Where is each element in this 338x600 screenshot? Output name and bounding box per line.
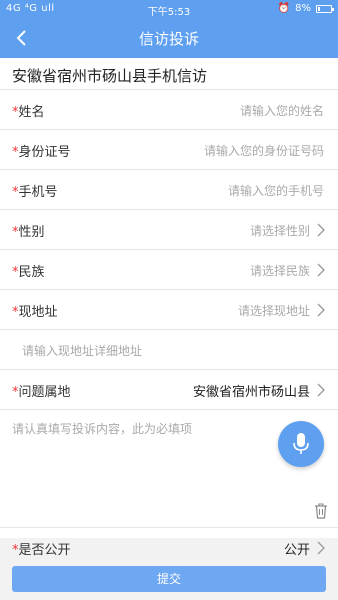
trash-icon[interactable]	[314, 503, 328, 519]
name-input[interactable]: 请输入您的姓名	[240, 102, 324, 119]
phone-label: *手机号	[12, 185, 58, 200]
address-select-row[interactable]: *现地址 请选择现地址	[0, 289, 338, 329]
phone-input[interactable]: 请输入您的手机号	[228, 182, 324, 199]
id-number-input[interactable]: 请输入您的身份证号码	[204, 142, 324, 159]
ethnicity-label: *民族	[12, 265, 45, 280]
address-select[interactable]: 请选择现地址	[238, 302, 310, 319]
battery-percent: 8%	[295, 3, 311, 14]
id-number-label: *身份证号	[12, 145, 71, 160]
id-number-field-row[interactable]: *身份证号 请输入您的身份证号码	[0, 129, 338, 169]
ethnicity-select-row[interactable]: *民族 请选择民族	[0, 249, 338, 289]
voice-input-button[interactable]	[278, 421, 324, 467]
alarm-icon: ⏰	[277, 3, 291, 14]
form-heading: 安徽省宿州市砀山县手机信访	[12, 67, 208, 85]
ethnicity-select[interactable]: 请选择民族	[250, 262, 310, 279]
chevron-right-icon	[317, 223, 325, 237]
nav-bar: 信访投诉	[0, 18, 338, 58]
name-label: *姓名	[12, 105, 45, 120]
issue-location-label: *问题属地	[12, 385, 71, 400]
address-detail-input[interactable]: 请输入现地址详细地址	[22, 342, 142, 359]
chevron-right-icon	[317, 541, 325, 555]
submit-bar: 提交	[0, 556, 338, 600]
gender-select[interactable]: 请选择性别	[250, 222, 310, 239]
status-bar: 4G ⁴G ull 下午5:53 ⏰ 8%	[0, 0, 338, 18]
address-label: *现地址	[12, 305, 58, 320]
chevron-right-icon	[317, 263, 325, 277]
issue-location-row[interactable]: *问题属地 安徽省宿州市砀山县	[0, 369, 338, 409]
chevron-right-icon	[317, 383, 325, 397]
chevron-right-icon	[317, 303, 325, 317]
complaint-placeholder: 请认真填写投诉内容，此为必填项	[12, 422, 193, 436]
gender-select-row[interactable]: *性别 请选择性别	[0, 209, 338, 249]
gender-label: *性别	[12, 225, 45, 240]
battery-icon	[316, 4, 334, 13]
petition-form: 安徽省宿州市砀山县手机信访 *姓名 请输入您的姓名 *身份证号 请输入您的身份证…	[0, 58, 338, 558]
status-right: ⏰ 8%	[277, 3, 334, 14]
microphone-icon	[293, 433, 309, 454]
issue-location-value[interactable]: 安徽省宿州市砀山县	[193, 381, 310, 400]
is-public-row[interactable]: *是否公开 公开	[0, 527, 338, 558]
page-title: 信访投诉	[138, 30, 199, 48]
phone-field-row[interactable]: *手机号 请输入您的手机号	[0, 169, 338, 209]
submit-button[interactable]: 提交	[12, 566, 326, 592]
address-detail-row[interactable]: 请输入现地址详细地址	[0, 329, 338, 369]
name-field-row[interactable]: *姓名 请输入您的姓名	[0, 89, 338, 129]
